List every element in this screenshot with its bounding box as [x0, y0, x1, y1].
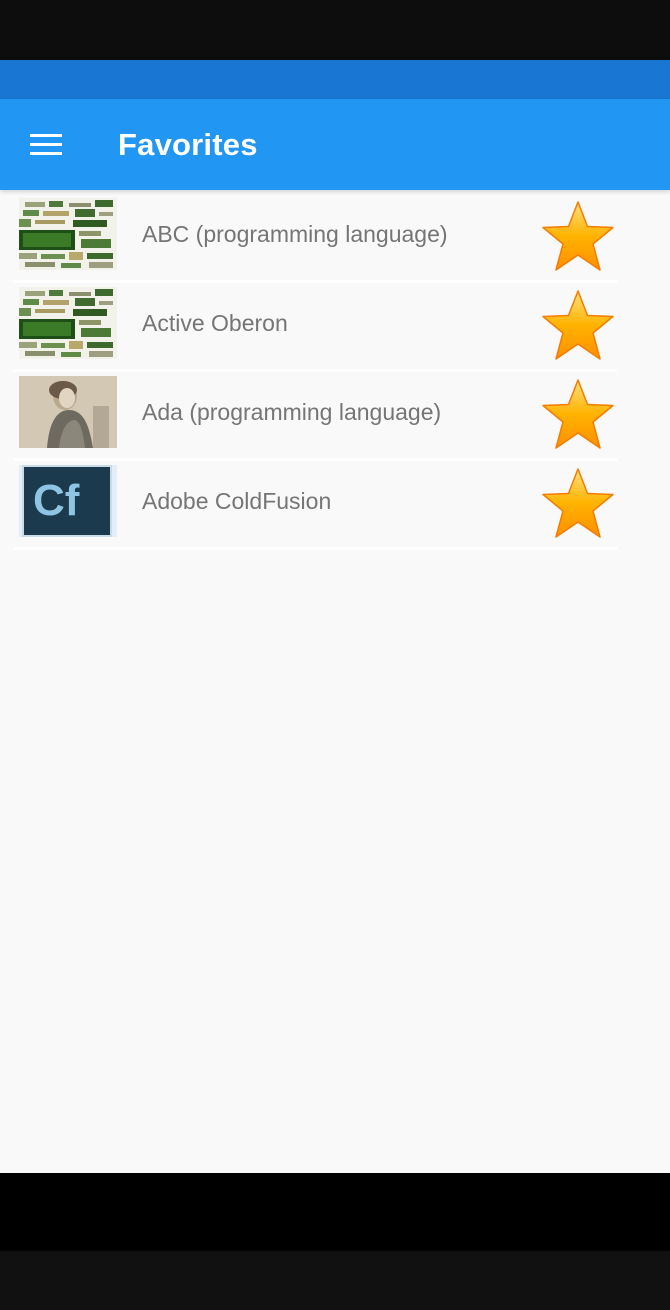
favorites-list: ABC (programming language) Active Oberon…: [13, 195, 617, 551]
svg-text:Cf: Cf: [33, 476, 80, 525]
hamburger-menu-icon: [30, 134, 62, 156]
list-item[interactable]: ABC (programming language): [13, 195, 617, 281]
star-icon[interactable]: [539, 199, 617, 275]
page-title: Favorites: [118, 127, 258, 162]
star-icon[interactable]: [539, 466, 617, 542]
navigation-bar: [0, 1173, 670, 1251]
app-bar: Favorites: [0, 99, 670, 190]
list-item-label: Adobe ColdFusion: [142, 488, 332, 514]
list-item[interactable]: Active Oberon: [13, 284, 617, 370]
bottom-bar: [0, 1251, 670, 1310]
list-item[interactable]: Cf Adobe ColdFusion: [13, 462, 617, 548]
star-icon[interactable]: [539, 377, 617, 453]
word-cloud-thumbnail: [19, 287, 117, 359]
list-item[interactable]: Ada (programming language): [13, 373, 617, 459]
word-cloud-thumbnail: [19, 198, 117, 270]
portrait-thumbnail: [19, 376, 117, 448]
list-item-label: ABC (programming language): [142, 221, 448, 247]
coldfusion-logo: Cf: [19, 465, 117, 537]
menu-button[interactable]: [18, 123, 74, 167]
status-strip: [0, 60, 670, 99]
list-item-label: Ada (programming language): [142, 399, 442, 425]
list-item-label: Active Oberon: [142, 310, 288, 336]
status-bar: [0, 0, 670, 60]
favorites-content: ABC (programming language) Active Oberon…: [0, 190, 670, 1173]
star-icon[interactable]: [539, 288, 617, 364]
